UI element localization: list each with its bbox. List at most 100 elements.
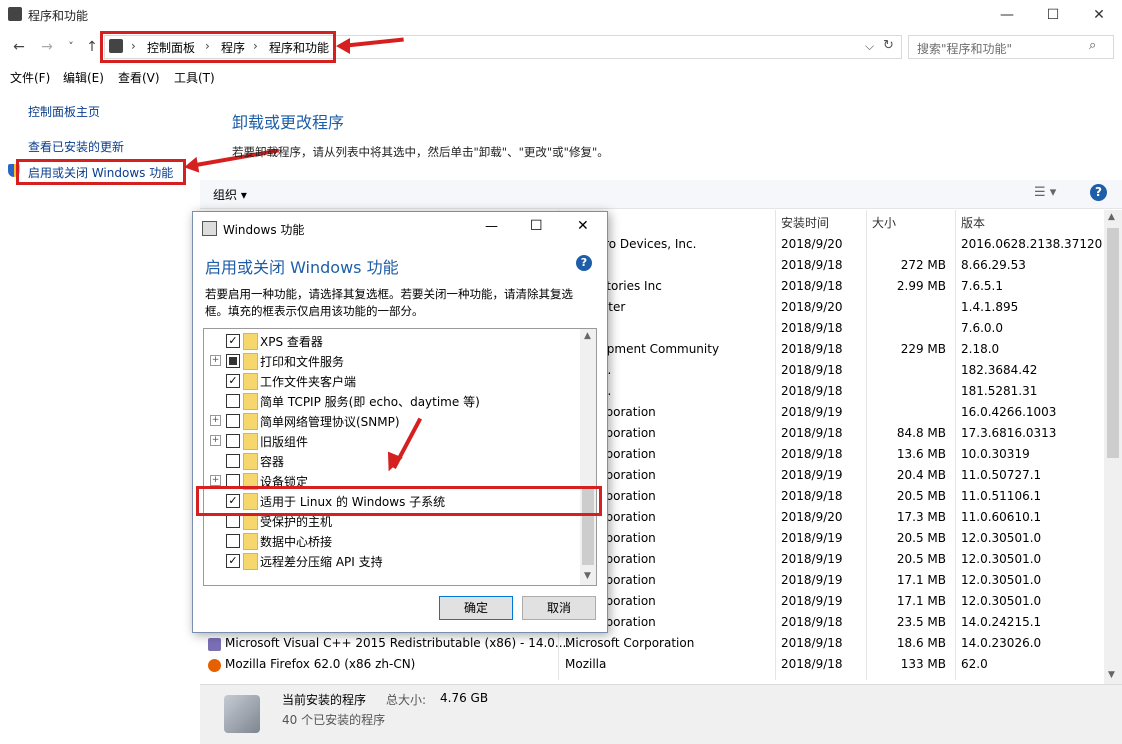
program-size: 20.4 MB [896,468,946,482]
program-version: 11.0.50727.1 [961,468,1042,482]
feature-checkbox[interactable] [226,434,240,448]
program-size: 17.3 MB [896,510,946,524]
folder-icon [243,333,258,350]
menu-view[interactable]: 查看(V) [118,69,160,86]
feature-checkbox[interactable]: ✓ [226,334,240,348]
scroll-down-icon[interactable]: ▼ [1108,670,1115,680]
help-icon[interactable]: ? [1090,184,1107,201]
status-program-count: 40 个已安装的程序 [282,713,386,727]
close-button[interactable]: ✕ [1076,0,1122,30]
program-version: 12.0.30501.0 [961,594,1042,608]
program-size: 17.1 MB [896,573,946,587]
scroll-up-icon[interactable]: ▲ [584,331,591,341]
program-size: 133 MB [900,657,946,671]
dialog-title: Windows 功能 [223,223,305,237]
address-dropdown-icon[interactable]: ⌵ [865,39,874,54]
search-box[interactable]: 搜索"程序和功能" ⌕ [908,35,1114,59]
forward-icon[interactable]: → [38,38,56,56]
minimize-button[interactable]: — [984,0,1030,30]
program-version: 14.0.24215.1 [961,615,1042,629]
feature-row[interactable]: + 简单网络管理协议(SNMP) [204,411,580,431]
menu-file[interactable]: 文件(F) [10,69,50,86]
feature-row[interactable]: + 旧版组件 [204,431,580,451]
list-toolbar: 组织 ▾ ☰ ▾ ? [200,180,1122,209]
program-install-date: 2018/9/18 [781,426,843,440]
scrollbar-thumb[interactable] [1107,228,1119,458]
program-install-date: 2018/9/18 [781,384,843,398]
feature-checkbox[interactable] [226,354,240,368]
expand-icon[interactable]: + [210,435,221,446]
column-size[interactable]: 大小 [872,214,896,231]
column-version[interactable]: 版本 [961,214,985,231]
scroll-down-icon[interactable]: ▼ [584,571,591,581]
status-total-size: 4.76 GB [440,691,489,705]
recent-locations-icon[interactable]: ˅ [62,38,80,56]
program-install-date: 2018/9/18 [781,636,843,650]
program-install-date: 2018/9/19 [781,573,843,587]
menu-bar: 文件(F) 编辑(E) 查看(V) 工具(T) [0,66,1122,86]
view-options-icon[interactable]: ☰ ▾ [1034,185,1056,200]
menu-edit[interactable]: 编辑(E) [63,69,104,86]
feature-checkbox[interactable] [226,394,240,408]
feature-row[interactable]: ✓ 工作文件夹客户端 [204,371,580,391]
search-input[interactable]: 搜索"程序和功能" [917,40,1012,57]
feature-row[interactable]: ✓ 远程差分压缩 API 支持 [204,551,580,571]
feature-checkbox[interactable]: ✓ [226,554,240,568]
program-install-date: 2018/9/18 [781,657,843,671]
program-version: 7.6.5.1 [961,279,1003,293]
feature-label: 打印和文件服务 [260,355,345,369]
program-install-date: 2018/9/18 [781,363,843,377]
dialog-minimize-button[interactable]: — [485,219,498,234]
up-icon[interactable]: ↑ [83,38,101,56]
maximize-button[interactable]: ☐ [1030,0,1076,30]
feature-row[interactable]: + 打印和文件服务 [204,351,580,371]
program-size: 229 MB [900,342,946,356]
back-icon[interactable]: ← [10,38,28,56]
scroll-up-icon[interactable]: ▲ [1108,212,1115,222]
program-publisher: Mozilla [565,657,607,671]
folder-icon [243,453,258,470]
program-size: 17.1 MB [896,594,946,608]
link-view-updates[interactable]: 查看已安装的更新 [28,138,124,155]
feature-checkbox[interactable]: ✓ [226,374,240,388]
feature-row[interactable]: 简单 TCPIP 服务(即 echo、daytime 等) [204,391,580,411]
cancel-button[interactable]: 取消 [522,596,596,620]
program-version: 2.18.0 [961,342,1000,356]
expand-icon[interactable]: + [210,415,221,426]
firefox-icon [208,659,221,672]
program-size: 18.6 MB [896,636,946,650]
feature-checkbox[interactable] [226,514,240,528]
feature-row[interactable]: 数据中心桥接 [204,531,580,551]
program-version: 2016.0628.2138.37120 [961,237,1103,251]
feature-row[interactable]: ✓ XPS 查看器 [204,331,580,351]
feature-checkbox[interactable] [226,534,240,548]
features-scrollbar[interactable]: ▲ ▼ [580,329,596,585]
folder-icon [243,373,258,390]
expand-icon[interactable]: + [210,355,221,366]
program-install-date: 2018/9/19 [781,594,843,608]
feature-checkbox[interactable] [226,454,240,468]
wsl-row-highlight [196,486,602,516]
dialog-heading: 启用或关闭 Windows 功能 [205,258,399,277]
ok-button[interactable]: 确定 [439,596,513,620]
program-size: 272 MB [900,258,946,272]
menu-tools[interactable]: 工具(T) [174,69,215,86]
feature-checkbox[interactable] [226,414,240,428]
link-control-panel-home[interactable]: 控制面板主页 [28,103,100,120]
programs-disk-icon [224,695,260,733]
dialog-close-button[interactable]: ✕ [577,218,589,234]
program-version: 16.0.4266.1003 [961,405,1057,419]
dialog-maximize-button[interactable]: ☐ [530,218,543,234]
expand-icon[interactable]: + [210,475,221,486]
program-install-date: 2018/9/19 [781,531,843,545]
column-install-date[interactable]: 安装时间 [781,214,829,231]
organize-button[interactable]: 组织 ▾ [213,186,247,203]
refresh-icon[interactable]: ↻ [883,38,894,53]
dialog-help-icon[interactable]: ? [576,255,592,271]
program-install-date: 2018/9/18 [781,615,843,629]
program-version: 10.0.30319 [961,447,1030,461]
feature-label: 容器 [260,455,285,469]
program-version: 12.0.30501.0 [961,552,1042,566]
column-divider [955,210,956,680]
app-icon [8,7,22,21]
